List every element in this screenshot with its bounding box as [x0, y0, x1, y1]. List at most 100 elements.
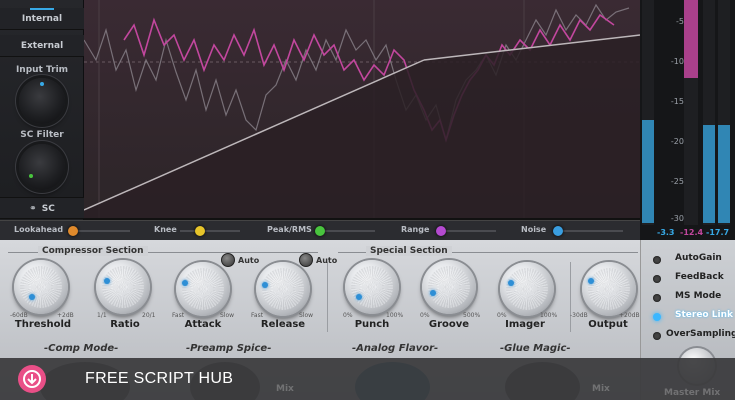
gain-reduction-readout: -12.4: [680, 228, 704, 237]
imager-max: 100%: [540, 312, 558, 319]
ratio-min: 1/1: [97, 312, 107, 319]
knob-indicator: [29, 174, 33, 178]
threshold-label: Threshold: [14, 319, 72, 330]
knob-indicator: [40, 82, 44, 86]
analog-flavor-selector[interactable]: -Analog Flavor-: [352, 343, 438, 354]
groove-knob[interactable]: [422, 260, 476, 314]
imager-knob[interactable]: [500, 262, 554, 316]
feedback-label[interactable]: FeedBack: [675, 272, 724, 282]
attack-knob[interactable]: [176, 262, 230, 316]
level-meters: -5 -10 -15 -20 -25 -30 -3.3 -12.4 -17.7: [640, 0, 735, 240]
external-source-button[interactable]: External: [0, 35, 84, 57]
threshold-min: -60dB: [10, 312, 28, 319]
release-auto-toggle[interactable]: [299, 253, 313, 267]
punch-label: Punch: [354, 319, 390, 330]
ms-mode-led[interactable]: [653, 294, 661, 302]
knob-indicator: [262, 282, 268, 288]
knee-label: Knee: [154, 225, 177, 234]
compressor-section-title: Compressor Section: [38, 246, 148, 256]
noise-handle[interactable]: [553, 226, 563, 236]
knob-indicator: [356, 294, 362, 300]
release-min: Fast: [251, 312, 264, 319]
banner-text: FREE SCRIPT HUB: [85, 370, 234, 387]
knob-indicator: [29, 294, 35, 300]
input-level-readout: -3.3: [657, 228, 675, 237]
knob-indicator: [508, 280, 514, 286]
knob-indicator: [182, 280, 188, 286]
release-label: Release: [260, 319, 306, 330]
meter-tick: -15: [670, 97, 684, 106]
output-label: Output: [588, 319, 628, 330]
ratio-label: Ratio: [110, 319, 140, 330]
peak-rms-label: Peak/RMS: [267, 225, 312, 234]
autogain-led[interactable]: [653, 256, 661, 264]
groove-max: 500%: [463, 312, 481, 319]
knob-indicator: [588, 278, 594, 284]
meter-tick: -30: [670, 214, 684, 223]
comp-mode-selector[interactable]: -Comp Mode-: [44, 343, 118, 354]
section-divider: [327, 262, 328, 332]
knob-indicator: [104, 278, 110, 284]
glue-magic-selector[interactable]: -Glue Magic-: [500, 343, 571, 354]
preamp-spice-selector[interactable]: -Preamp Spice-: [186, 343, 271, 354]
sc-listen-button[interactable]: ⚭ SC: [0, 197, 84, 219]
oversampling-label[interactable]: OverSampling: [666, 329, 735, 339]
release-max: Slow: [299, 312, 314, 319]
threshold-knob[interactable]: [14, 260, 68, 314]
meter-tick: -20: [670, 137, 684, 146]
stereo-link-label[interactable]: Stereo Link: [675, 310, 733, 320]
punch-knob[interactable]: [345, 260, 399, 314]
release-auto-label: Auto: [316, 256, 338, 265]
output-knob[interactable]: [582, 262, 636, 316]
stereo-link-led[interactable]: [653, 313, 661, 321]
meter-tick: -25: [670, 177, 684, 186]
ms-mode-label[interactable]: MS Mode: [675, 291, 721, 301]
headphones-icon: ⚭: [29, 204, 37, 214]
parameter-strip: Lookahead Knee Peak/RMS Range Noise: [0, 220, 640, 240]
ratio-max: 20/1: [142, 312, 156, 319]
input-trim-knob[interactable]: [19, 78, 65, 124]
sc-label: SC: [41, 204, 55, 214]
attack-label: Attack: [184, 319, 222, 330]
groove-min: 0%: [420, 312, 430, 319]
imager-min: 0%: [497, 312, 507, 319]
punch-max: 100%: [386, 312, 404, 319]
punch-min: 0%: [343, 312, 353, 319]
feedback-led[interactable]: [653, 275, 661, 283]
oversampling-led[interactable]: [653, 332, 661, 340]
peak-rms-handle[interactable]: [315, 226, 325, 236]
groove-label: Groove: [428, 319, 470, 330]
output-level-readout: -17.7: [706, 228, 730, 237]
attack-min: Fast: [172, 312, 185, 319]
master-mix-label: Master Mix: [664, 388, 721, 398]
meter-tick: -10: [670, 57, 684, 66]
knee-handle[interactable]: [195, 226, 205, 236]
autogain-label[interactable]: AutoGain: [675, 253, 722, 263]
imager-label: Imager: [505, 319, 545, 330]
download-icon[interactable]: [18, 365, 46, 393]
left-mix-label: Mix: [276, 384, 294, 394]
internal-source-button[interactable]: Internal: [0, 8, 84, 30]
knee-slider[interactable]: [180, 230, 240, 232]
output-max: +20dB: [619, 312, 640, 319]
noise-label: Noise: [521, 225, 547, 234]
right-mix-label: Mix: [592, 384, 610, 394]
lookahead-label: Lookahead: [14, 225, 64, 234]
compression-graph: [84, 0, 640, 220]
attack-max: Slow: [220, 312, 235, 319]
input-trim-label: Input Trim: [15, 65, 69, 75]
knob-indicator: [430, 290, 436, 296]
range-handle[interactable]: [436, 226, 446, 236]
output-min: -30dB: [570, 312, 588, 319]
attack-auto-toggle[interactable]: [221, 253, 235, 267]
threshold-max: +2dB: [57, 312, 74, 319]
lookahead-handle[interactable]: [68, 226, 78, 236]
sidechain-panel: Internal External Input Trim SC Filter ⚭…: [0, 0, 84, 220]
ratio-knob[interactable]: [96, 260, 150, 314]
release-knob[interactable]: [256, 262, 310, 316]
sc-filter-knob[interactable]: [19, 144, 65, 190]
watermark-banner: FREE SCRIPT HUB Mix Mix Master Mix: [0, 358, 735, 400]
range-label: Range: [401, 225, 430, 234]
noise-slider[interactable]: [553, 230, 623, 232]
meter-tick: -5: [676, 17, 684, 26]
